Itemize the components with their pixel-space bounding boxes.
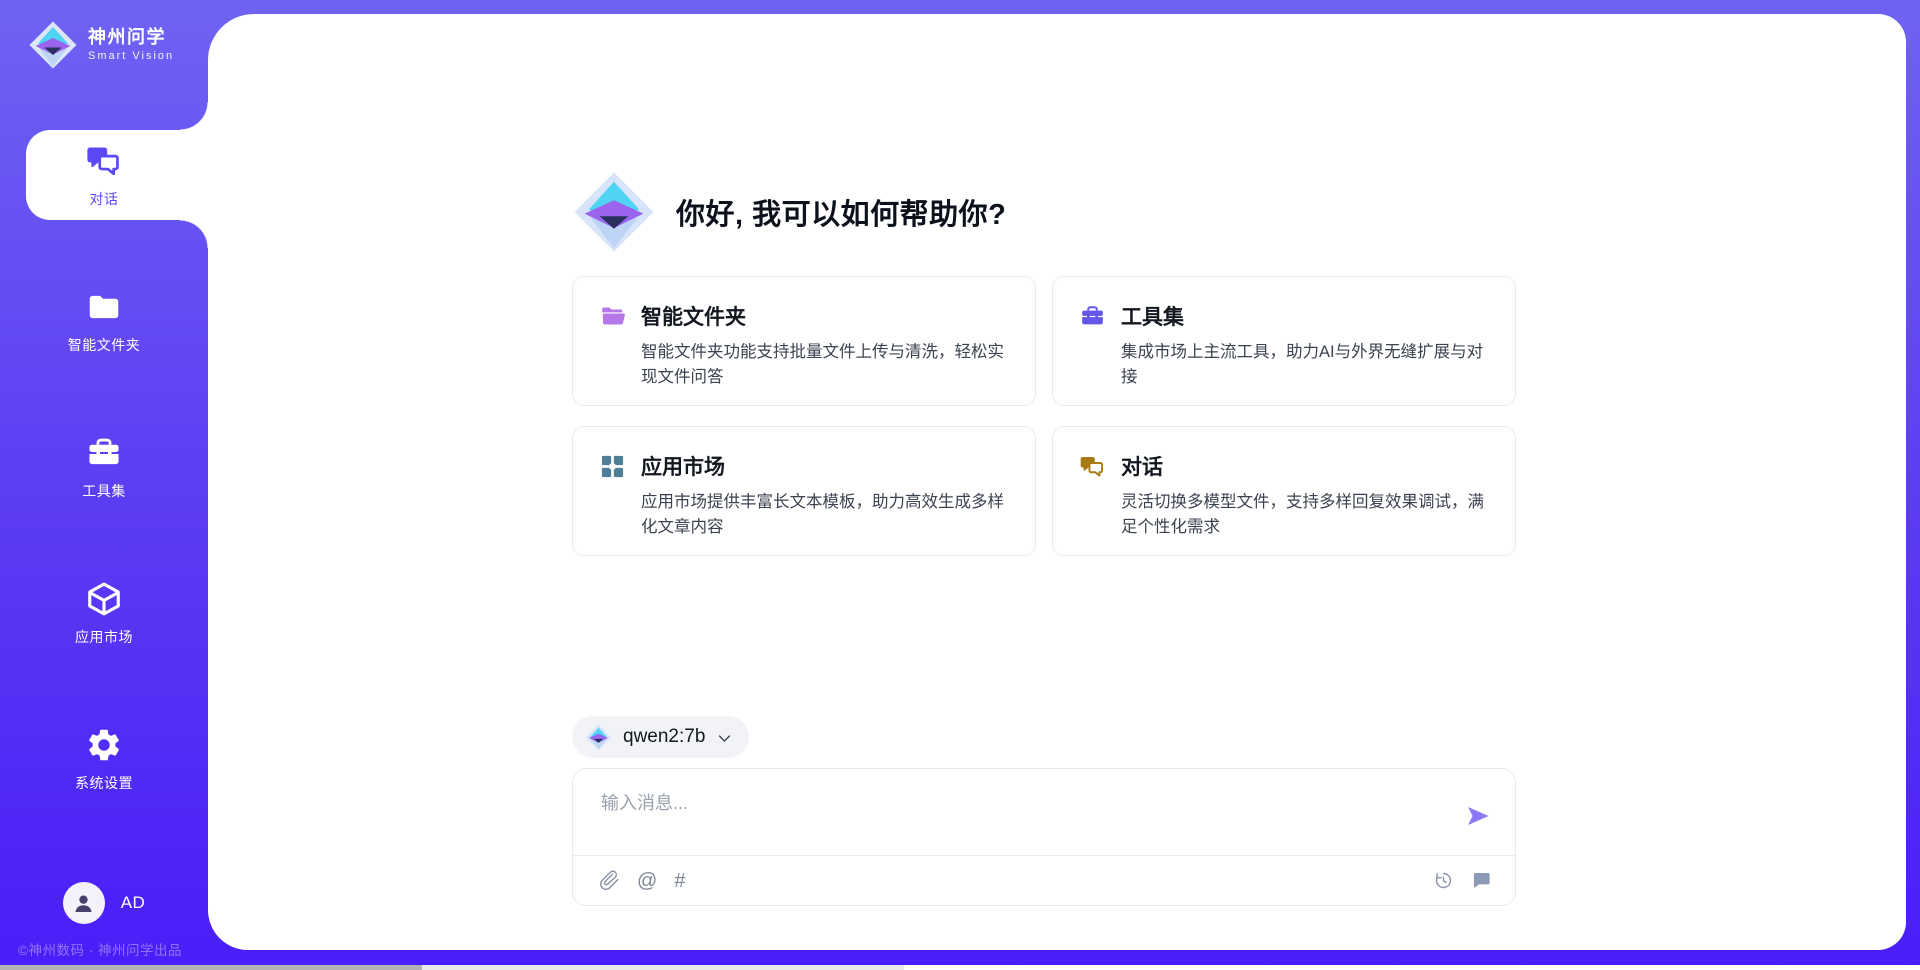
toolbox-icon: [1079, 303, 1106, 330]
card-app-market[interactable]: 应用市场 应用市场提供丰富长文本模板，助力高效生成多样化文章内容: [572, 426, 1036, 556]
sidebar-item-label: 应用市场: [75, 627, 133, 647]
copyright-footer: ©神州数码 · 神州问学出品: [18, 939, 182, 959]
sidebar-item-smart-folder[interactable]: 智能文件夹: [0, 276, 208, 366]
greeting-diamond-icon: [572, 170, 656, 254]
card-smart-folder[interactable]: 智能文件夹 智能文件夹功能支持批量文件上传与清洗，轻松实现文件问答: [572, 276, 1036, 406]
user-name: AD: [121, 893, 146, 913]
scrollbar-track: [422, 965, 904, 970]
user-profile[interactable]: AD: [0, 882, 208, 924]
card-description: 灵活切换多模型文件，支持多样回复效果调试，满足个性化需求: [1121, 490, 1489, 540]
feature-cards: 智能文件夹 智能文件夹功能支持批量文件上传与清洗，轻松实现文件问答: [572, 276, 1516, 556]
grid-icon: [599, 453, 626, 480]
model-logo-icon: [585, 724, 612, 751]
message-composer: @ #: [572, 768, 1516, 906]
card-description: 智能文件夹功能支持批量文件上传与清洗，轻松实现文件问答: [641, 340, 1009, 390]
mention-icon[interactable]: @: [637, 871, 657, 891]
card-toolset[interactable]: 工具集 集成市场上主流工具，助力AI与外界无缝扩展与对接: [1052, 276, 1516, 406]
chat-icon: [85, 142, 123, 180]
sidebar-item-toolset[interactable]: 工具集: [0, 422, 208, 512]
horizontal-scrollbar[interactable]: [0, 965, 1920, 970]
message-input[interactable]: [601, 789, 1431, 845]
greeting-row: 你好, 我可以如何帮助你?: [572, 170, 1516, 254]
chevron-down-icon: [716, 728, 733, 747]
brand-subtitle: Smart Vision: [88, 50, 174, 62]
card-description: 集成市场上主流工具，助力AI与外界无缝扩展与对接: [1121, 340, 1489, 390]
history-icon[interactable]: [1433, 870, 1454, 891]
sidebar-item-settings[interactable]: 系统设置: [0, 714, 208, 804]
sidebar-item-chat[interactable]: 对话: [26, 130, 208, 220]
model-selector[interactable]: qwen2:7b: [572, 716, 749, 758]
card-title: 对话: [1121, 451, 1163, 481]
card-description: 应用市场提供丰富长文本模板，助力高效生成多样化文章内容: [641, 490, 1009, 540]
hash-icon[interactable]: #: [674, 871, 685, 891]
person-icon: [70, 890, 97, 917]
feedback-bubble-icon[interactable]: [1471, 870, 1492, 891]
toolbox-icon: [85, 434, 123, 472]
main-content: 你好, 我可以如何帮助你? 智能文件夹 智能文件夹功能支持批量文件上传与清洗，轻…: [208, 14, 1906, 950]
send-icon[interactable]: [1464, 802, 1492, 830]
attachment-icon[interactable]: [599, 870, 620, 891]
folder-open-icon: [599, 303, 626, 330]
card-title: 工具集: [1121, 301, 1184, 331]
composer-toolbar: @ #: [573, 856, 1515, 905]
model-name: qwen2:7b: [623, 726, 705, 748]
avatar: [63, 882, 105, 924]
card-chat[interactable]: 对话 灵活切换多模型文件，支持多样回复效果调试，满足个性化需求: [1052, 426, 1516, 556]
scrollbar-thumb[interactable]: [0, 965, 422, 970]
brand-name: 神州问学: [88, 28, 174, 48]
sidebar-item-label: 工具集: [82, 481, 126, 501]
card-title: 应用市场: [641, 451, 725, 481]
sidebar-item-label: 对话: [90, 189, 119, 209]
greeting-text: 你好, 我可以如何帮助你?: [676, 191, 1006, 233]
folder-icon: [85, 288, 123, 326]
sidebar-item-label: 智能文件夹: [68, 335, 141, 355]
app-logo: 神州问学 Smart Vision: [28, 20, 174, 70]
sidebar-nav: 对话 智能文件夹 工具集: [0, 130, 208, 860]
sidebar: 神州问学 Smart Vision 对话 智能文件夹: [0, 0, 208, 970]
card-title: 智能文件夹: [641, 301, 746, 331]
sidebar-item-app-market[interactable]: 应用市场: [0, 568, 208, 658]
gear-icon: [85, 726, 123, 764]
chat-icon: [1079, 453, 1106, 480]
cube-icon: [85, 580, 123, 618]
brand-diamond-icon: [28, 20, 78, 70]
sidebar-item-label: 系统设置: [75, 773, 133, 793]
